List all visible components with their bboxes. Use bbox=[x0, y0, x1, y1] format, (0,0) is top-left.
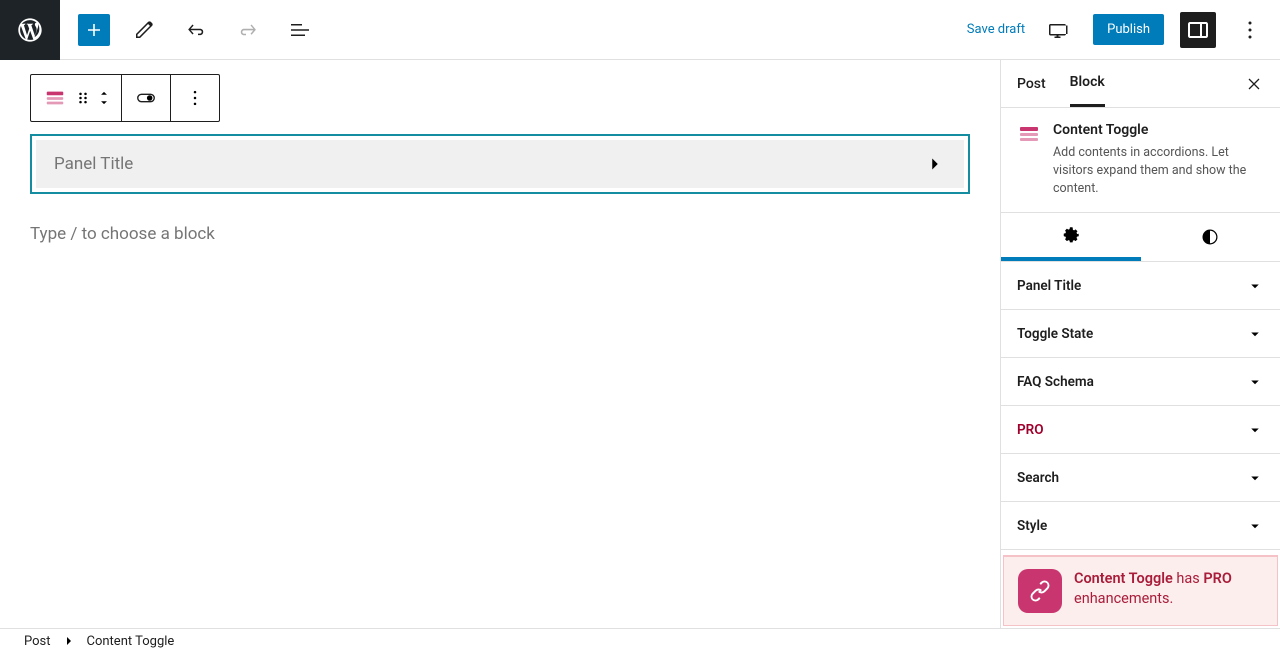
breadcrumb-current: Content Toggle bbox=[87, 634, 175, 649]
panel-search[interactable]: Search bbox=[1001, 454, 1280, 502]
publish-button[interactable]: Publish bbox=[1093, 14, 1164, 45]
tools-button[interactable] bbox=[126, 12, 162, 48]
block-toolbar bbox=[30, 74, 220, 122]
drag-icon bbox=[73, 88, 93, 108]
plus-icon bbox=[82, 18, 106, 42]
save-draft-link[interactable]: Save draft bbox=[967, 22, 1025, 37]
redo-icon bbox=[236, 18, 260, 42]
list-view-icon bbox=[288, 18, 312, 42]
pro-banner[interactable]: Content Toggle has PROenhancements. bbox=[1003, 555, 1278, 626]
drag-handle[interactable] bbox=[69, 84, 97, 112]
toggle-switch-button[interactable] bbox=[132, 84, 160, 112]
pro-banner-text: Content Toggle has PROenhancements. bbox=[1074, 569, 1232, 608]
inspector-tabs bbox=[1001, 213, 1280, 262]
chevron-down-icon bbox=[1246, 373, 1264, 391]
add-block-button[interactable] bbox=[78, 14, 110, 46]
block-info-name: Content Toggle bbox=[1053, 122, 1264, 138]
preview-button[interactable] bbox=[1041, 12, 1077, 48]
panel-list: Panel Title Toggle State FAQ Schema PRO … bbox=[1001, 262, 1280, 555]
chevron-down-icon bbox=[1246, 517, 1264, 535]
wordpress-logo[interactable] bbox=[0, 0, 60, 60]
block-info-icon bbox=[1017, 122, 1041, 146]
content-toggle-icon bbox=[44, 87, 66, 109]
settings-sidebar: Post Block Content Toggle Add contents i… bbox=[1000, 60, 1280, 628]
sidebar-icon bbox=[1186, 18, 1210, 42]
pencil-icon bbox=[132, 18, 156, 42]
tab-block[interactable]: Block bbox=[1070, 60, 1105, 107]
chevron-down-icon bbox=[1246, 421, 1264, 439]
panel-row[interactable]: Panel Title bbox=[36, 140, 964, 188]
move-up-button[interactable] bbox=[97, 88, 111, 98]
block-info-description: Add contents in accordions. Let visitors… bbox=[1053, 144, 1264, 198]
chevron-up-icon bbox=[97, 88, 111, 98]
editor-topbar: Save draft Publish bbox=[0, 0, 1280, 60]
close-sidebar-button[interactable] bbox=[1244, 74, 1264, 94]
block-info: Content Toggle Add contents in accordion… bbox=[1001, 108, 1280, 213]
more-vertical-icon bbox=[1238, 18, 1262, 42]
toggle-icon bbox=[135, 87, 157, 109]
tab-post[interactable]: Post bbox=[1017, 62, 1046, 106]
block-breadcrumb: Post Content Toggle bbox=[0, 628, 1280, 653]
toolbar-right: Save draft Publish bbox=[967, 12, 1280, 48]
panel-style[interactable]: Style bbox=[1001, 502, 1280, 550]
sidebar-tabs: Post Block bbox=[1001, 60, 1280, 108]
desktop-icon bbox=[1047, 18, 1071, 42]
more-vertical-icon bbox=[185, 88, 205, 108]
chevron-down-icon bbox=[97, 98, 111, 108]
chevron-right-icon bbox=[61, 633, 77, 649]
breadcrumb-separator bbox=[61, 633, 77, 649]
panel-pro[interactable]: PRO bbox=[1001, 406, 1280, 454]
contrast-icon bbox=[1200, 227, 1220, 247]
panel-expand-button[interactable] bbox=[924, 153, 946, 175]
panel-faq-schema[interactable]: FAQ Schema bbox=[1001, 358, 1280, 406]
content-toggle-icon bbox=[1017, 122, 1041, 146]
link-icon bbox=[1028, 579, 1052, 603]
gear-icon bbox=[1061, 225, 1081, 245]
block-appender[interactable]: Type / to choose a block bbox=[30, 224, 970, 244]
editor-canvas[interactable]: Panel Title Type / to choose a block bbox=[0, 60, 1000, 628]
chevron-down-icon bbox=[1246, 277, 1264, 295]
options-button[interactable] bbox=[1232, 12, 1268, 48]
redo-button bbox=[230, 12, 266, 48]
block-type-button[interactable] bbox=[41, 84, 69, 112]
document-overview-button[interactable] bbox=[282, 12, 318, 48]
chevron-down-icon bbox=[1246, 469, 1264, 487]
chevron-down-icon bbox=[1246, 325, 1264, 343]
breadcrumb-root[interactable]: Post bbox=[24, 634, 51, 649]
pro-banner-icon bbox=[1018, 569, 1062, 613]
close-icon bbox=[1244, 74, 1264, 94]
chevron-right-icon bbox=[924, 153, 946, 175]
block-options-button[interactable] bbox=[181, 84, 209, 112]
content-toggle-block[interactable]: Panel Title bbox=[30, 134, 970, 194]
editor-main: Panel Title Type / to choose a block Pos… bbox=[0, 60, 1280, 628]
styles-tab[interactable] bbox=[1141, 213, 1280, 261]
move-down-button[interactable] bbox=[97, 98, 111, 108]
wordpress-icon bbox=[16, 16, 44, 44]
settings-tab[interactable] bbox=[1001, 213, 1141, 261]
move-arrows bbox=[97, 88, 111, 108]
panel-toggle-state[interactable]: Toggle State bbox=[1001, 310, 1280, 358]
settings-toggle-button[interactable] bbox=[1180, 12, 1216, 48]
toolbar-left bbox=[60, 12, 318, 48]
panel-panel-title[interactable]: Panel Title bbox=[1001, 262, 1280, 310]
undo-button[interactable] bbox=[178, 12, 214, 48]
panel-title-placeholder[interactable]: Panel Title bbox=[54, 154, 133, 174]
undo-icon bbox=[184, 18, 208, 42]
